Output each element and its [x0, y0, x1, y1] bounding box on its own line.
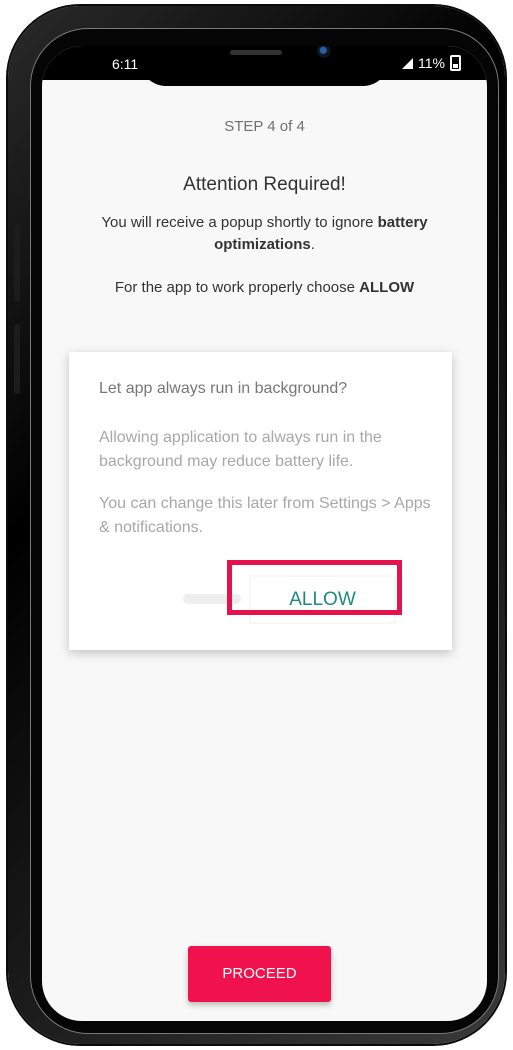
battery-percent: 11% [418, 55, 445, 71]
signal-icon [402, 57, 414, 69]
status-time: 6:11 [112, 56, 139, 72]
speaker-grille [230, 50, 282, 55]
dialog-body-text: Allowing application to always run in th… [99, 429, 382, 470]
allow-instruction-prefix: For the app to work properly choose [114, 279, 360, 296]
battery-icon [450, 55, 461, 71]
instruction-text-suffix: . [310, 236, 315, 253]
dialog-body-note: You can change this later from Settings … [99, 495, 431, 536]
volume-down-button [14, 324, 20, 394]
step-indicator: STEP 4 of 4 [224, 118, 305, 135]
dialog-body: Allowing application to always run in th… [99, 426, 439, 558]
dialog-title: Let app always run in background? [99, 380, 348, 397]
instruction-text: You will receive a popup shortly to igno… [64, 212, 465, 256]
front-camera-icon [317, 46, 331, 58]
allow-instruction: For the app to work properly choose ALLO… [42, 279, 487, 296]
stage: 6:11 11% STEP 4 of 4 Attention Required!… [0, 0, 513, 1050]
allow-highlight-box [227, 560, 402, 615]
proceed-button[interactable]: PROCEED [188, 946, 331, 1002]
allow-instruction-bold: ALLOW [359, 279, 415, 296]
page-title: Attention Required! [183, 174, 346, 195]
camera-notch [140, 46, 389, 86]
screen: 6:11 11% STEP 4 of 4 Attention Required!… [42, 46, 487, 1021]
side-button [14, 146, 20, 194]
volume-up-button [14, 224, 20, 302]
instruction-text-prefix: You will receive a popup shortly to igno… [101, 214, 378, 231]
status-icons: 11% [402, 55, 461, 71]
